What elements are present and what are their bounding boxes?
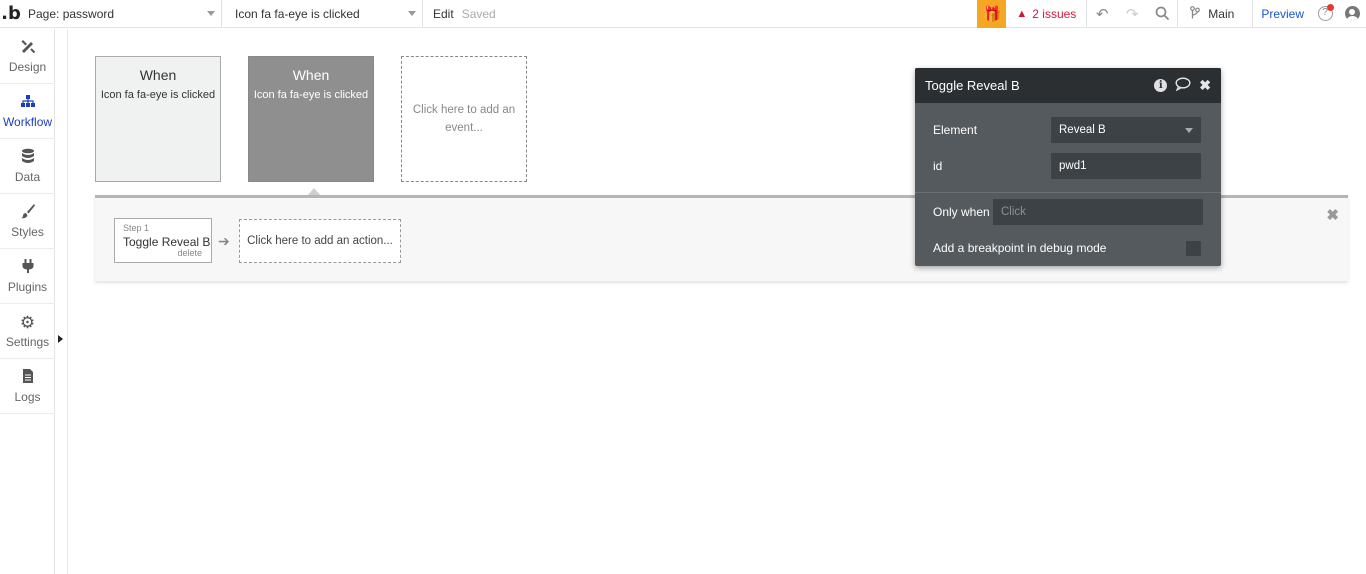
id-input[interactable]: pwd1 (1051, 153, 1201, 179)
redo-icon[interactable]: ↷ (1117, 0, 1147, 28)
only-when-label: Only when (933, 205, 990, 219)
branch-icon (1190, 5, 1201, 22)
bubble-logo[interactable]: .b (0, 0, 22, 28)
edit-menu[interactable]: Edit (423, 7, 462, 21)
gear-icon: ⚙ (19, 313, 36, 332)
sidebar-item-styles[interactable]: Styles (0, 194, 55, 249)
top-bar: .b Page: password Icon fa fa-eye is clic… (0, 0, 1366, 28)
sidebar-item-plugins[interactable]: Plugins (0, 249, 55, 304)
page-selector-label: Page: password (28, 6, 115, 21)
event-selector[interactable]: Icon fa fa-eye is clicked (225, 0, 423, 28)
breakpoint-label: Add a breakpoint in debug mode (933, 241, 1107, 255)
event-name: Icon fa fa-eye is clicked (100, 89, 216, 101)
sidebar-item-label: Data (14, 170, 41, 184)
undo-icon[interactable]: ↶ (1087, 0, 1117, 28)
element-select[interactable]: Reveal B (1051, 117, 1201, 143)
element-label: Element (933, 123, 978, 137)
notification-dot (1327, 3, 1334, 11)
sidebar-item-label: Styles (11, 225, 44, 239)
left-sidebar: Design Workflow Data Styles Plugins ⚙ Se… (0, 29, 55, 574)
event-card[interactable]: When Icon fa fa-eye is clicked (95, 56, 221, 182)
action-property-editor: Toggle Reveal B i ✖ Element Reveal B id … (915, 68, 1221, 266)
workflow-icon (20, 93, 36, 113)
preview-link[interactable]: Preview (1253, 7, 1312, 21)
sidebar-item-label: Plugins (7, 280, 48, 294)
add-action-label: Click here to add an action... (247, 235, 393, 247)
user-icon (1344, 6, 1360, 21)
add-event-label: Click here to add an event... (412, 104, 516, 134)
step-name: Toggle Reveal B (123, 235, 211, 249)
user-account-button[interactable] (1338, 0, 1366, 28)
plug-icon (21, 258, 35, 278)
comment-icon[interactable] (1175, 77, 1191, 94)
event-when-label: When (139, 67, 177, 83)
issues-button[interactable]: ▲ 2 issues (1006, 0, 1088, 28)
id-value: pwd1 (1059, 160, 1087, 172)
panel-header: Toggle Reveal B i ✖ (915, 68, 1221, 103)
workflow-step[interactable]: Step 1 Toggle Reveal B delete (114, 218, 212, 263)
sidebar-item-data[interactable]: Data (0, 139, 55, 194)
event-when-label: When (292, 67, 330, 83)
sidebar-item-design[interactable]: Design (0, 29, 55, 84)
panel-divider (915, 192, 1221, 193)
add-action-button[interactable]: Click here to add an action... (239, 219, 401, 263)
chevron-down-icon (207, 11, 215, 16)
branch-selector[interactable]: Main (1177, 0, 1254, 28)
page-selector[interactable]: Page: password (22, 0, 222, 28)
step-number: Step 1 (123, 223, 150, 233)
close-icon[interactable]: ✖ (1199, 77, 1211, 94)
design-icon (20, 38, 36, 58)
brush-icon (20, 203, 36, 223)
sidebar-item-label: Workflow (2, 115, 53, 129)
add-event-button[interactable]: Click here to add an event... (401, 56, 527, 182)
saved-status: Saved (461, 6, 496, 21)
event-card-selected[interactable]: When Icon fa fa-eye is clicked (248, 56, 374, 182)
document-icon (22, 368, 34, 388)
warning-icon: ▲ (1016, 7, 1028, 20)
only-when-input[interactable]: Click (993, 199, 1203, 225)
sidebar-item-logs[interactable]: Logs (0, 359, 55, 414)
search-icon[interactable] (1147, 0, 1177, 28)
delete-step-link[interactable]: delete (177, 248, 202, 258)
breakpoint-checkbox[interactable] (1186, 241, 1201, 256)
arrow-right-icon: ➔ (218, 233, 230, 249)
sidebar-item-label: Design (8, 60, 47, 74)
close-icon[interactable]: ✖ (1326, 206, 1339, 224)
only-when-placeholder: Click (1001, 206, 1026, 218)
id-label: id (933, 159, 943, 173)
element-value: Reveal B (1059, 124, 1106, 136)
branch-label: Main (1208, 6, 1235, 21)
sidebar-item-settings[interactable]: ⚙ Settings (0, 304, 55, 359)
sidebar-item-label: Settings (5, 335, 50, 349)
info-icon[interactable]: i (1154, 79, 1168, 92)
chevron-down-icon (408, 11, 416, 16)
collapse-sidebar-icon[interactable] (58, 335, 63, 343)
database-icon (21, 148, 35, 168)
canvas-divider (67, 29, 68, 574)
issues-label: 2 issues (1032, 6, 1077, 21)
sidebar-item-label: Logs (14, 390, 41, 404)
event-selector-label: Icon fa fa-eye is clicked (235, 6, 360, 21)
panel-title: Toggle Reveal B (925, 78, 1020, 93)
chevron-down-icon (1185, 128, 1193, 133)
sidebar-item-workflow[interactable]: Workflow (0, 84, 55, 139)
event-name: Icon fa fa-eye is clicked (253, 89, 369, 101)
gift-icon[interactable]: 🎁 (977, 0, 1007, 28)
help-button[interactable]: ? (1312, 0, 1338, 28)
